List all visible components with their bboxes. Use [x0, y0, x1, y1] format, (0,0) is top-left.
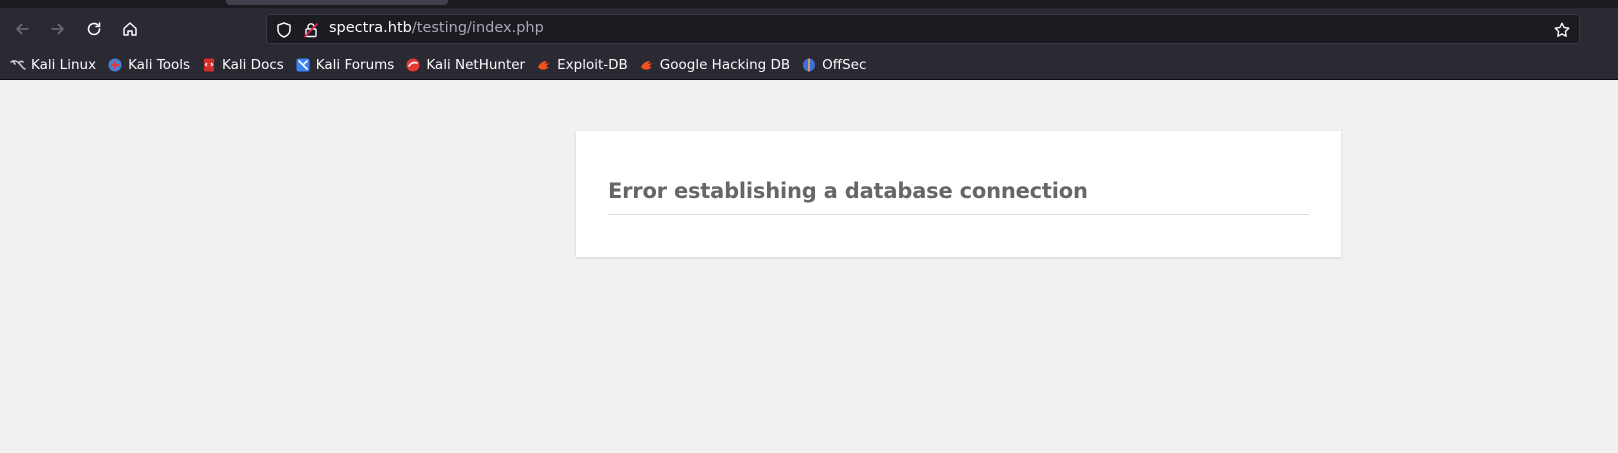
bookmark-label: Kali Linux — [31, 56, 97, 73]
address-bar[interactable]: spectra.htb/testing/index.php — [266, 14, 1580, 44]
bookmark-label: Exploit-DB — [557, 56, 628, 73]
forward-icon — [51, 23, 64, 35]
bookmark-kali-linux[interactable]: Kali Linux — [10, 53, 96, 77]
home-button[interactable] — [114, 13, 146, 45]
url-text[interactable]: spectra.htb/testing/index.php — [329, 20, 544, 36]
reload-button[interactable] — [78, 13, 110, 45]
kali-tools-icon — [108, 58, 122, 71]
tab-strip — [0, 0, 1618, 8]
offsec-icon — [803, 58, 816, 71]
exploit-db-icon — [538, 60, 550, 70]
bookmark-star-icon[interactable] — [1553, 21, 1571, 39]
page-content: Error establishing a database connection — [0, 81, 1618, 453]
bookmark-exploit-db[interactable]: Exploit-DB — [536, 53, 628, 77]
navigation-toolbar: spectra.htb/testing/index.php — [0, 8, 1618, 50]
bookmarks-toolbar: Kali Linux Kali Tools Kali Docs Kali For… — [0, 50, 1618, 80]
bookmark-offsec[interactable]: OffSec — [801, 53, 866, 77]
bookmark-google-hacking-db[interactable]: Google Hacking DB — [639, 53, 790, 77]
error-box: Error establishing a database connection — [576, 131, 1341, 257]
back-icon — [16, 23, 29, 35]
url-path: /testing/index.php — [411, 20, 544, 36]
home-icon — [123, 22, 137, 36]
kali-dragon-icon — [10, 59, 26, 70]
kali-forums-icon — [296, 58, 310, 71]
tracking-protection-shield-icon[interactable] — [275, 21, 293, 39]
ghdb-icon — [640, 60, 652, 70]
bookmark-label: Kali Tools — [128, 56, 190, 73]
reload-icon — [87, 22, 101, 36]
insecure-lock-icon[interactable] — [302, 21, 320, 39]
bookmark-label: OffSec — [822, 56, 867, 73]
kali-docs-icon — [204, 58, 214, 71]
bookmark-kali-tools[interactable]: Kali Tools — [107, 53, 190, 77]
bookmark-kali-docs[interactable]: Kali Docs — [201, 53, 284, 77]
bookmark-kali-nethunter[interactable]: Kali NetHunter — [405, 53, 525, 77]
bookmark-label: Google Hacking DB — [659, 56, 791, 73]
back-button[interactable] — [6, 13, 38, 45]
forward-button[interactable] — [42, 13, 74, 45]
error-message: Error establishing a database connection — [608, 179, 1309, 215]
kali-nethunter-icon — [406, 58, 420, 71]
bookmark-kali-forums[interactable]: Kali Forums — [295, 53, 395, 77]
bookmark-label: Kali Docs — [222, 56, 284, 73]
url-host: spectra.htb — [329, 20, 412, 36]
bookmark-label: Kali NetHunter — [426, 56, 526, 73]
bookmark-label: Kali Forums — [315, 56, 395, 73]
active-tab[interactable] — [226, 0, 448, 5]
